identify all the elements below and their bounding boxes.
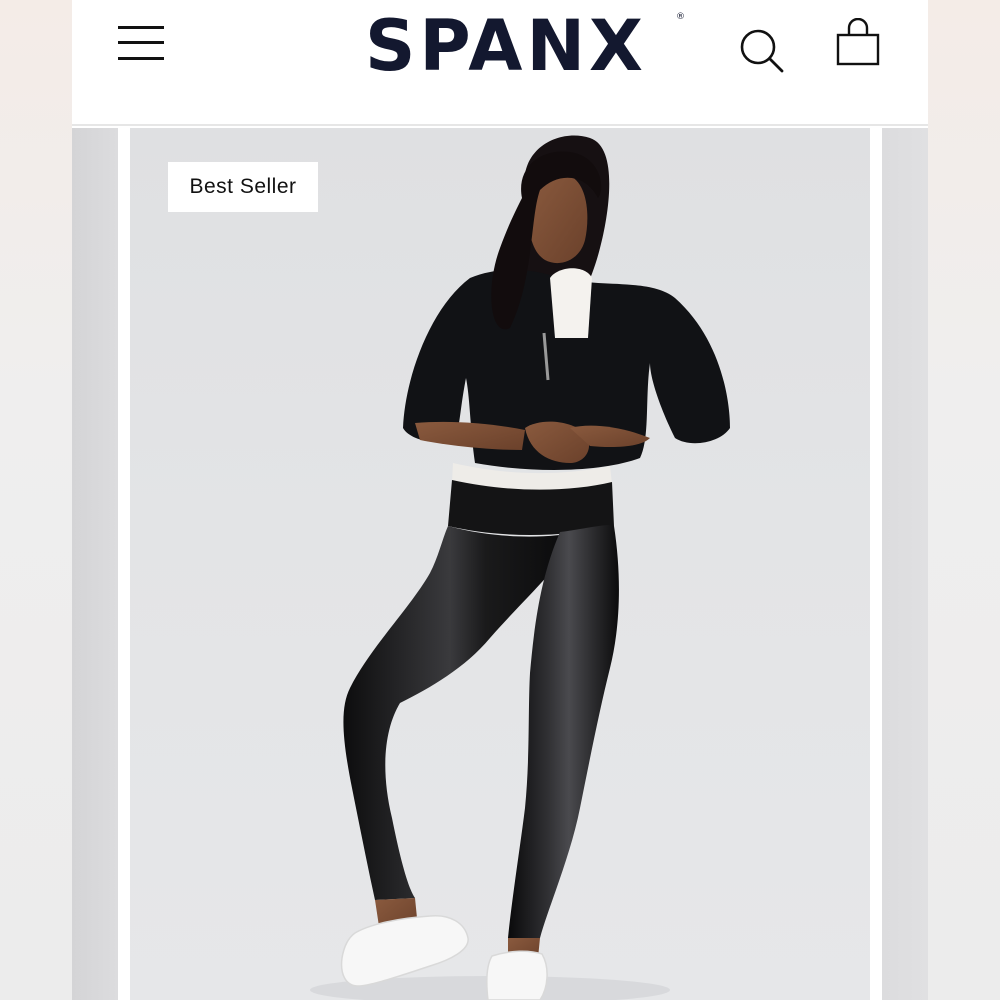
product-image-slide[interactable]: Best Seller bbox=[130, 128, 870, 1000]
right-background-margin bbox=[928, 0, 1000, 1000]
mobile-page: SPANX ® Best Seller bbox=[72, 0, 928, 1000]
shopping-bag-icon[interactable] bbox=[834, 17, 882, 70]
left-background-margin bbox=[0, 0, 72, 1000]
best-seller-badge: Best Seller bbox=[168, 162, 318, 212]
registered-mark: ® bbox=[676, 12, 685, 22]
brand-logo[interactable]: SPANX bbox=[316, 0, 696, 96]
previous-slide-peek[interactable] bbox=[72, 128, 118, 1000]
next-slide-peek[interactable] bbox=[882, 128, 928, 1000]
hamburger-menu-icon[interactable] bbox=[116, 24, 166, 64]
product-image-carousel[interactable]: Best Seller bbox=[72, 126, 928, 1000]
product-model-image bbox=[310, 135, 730, 1000]
search-icon[interactable] bbox=[736, 24, 788, 76]
site-header: SPANX ® bbox=[72, 0, 928, 126]
